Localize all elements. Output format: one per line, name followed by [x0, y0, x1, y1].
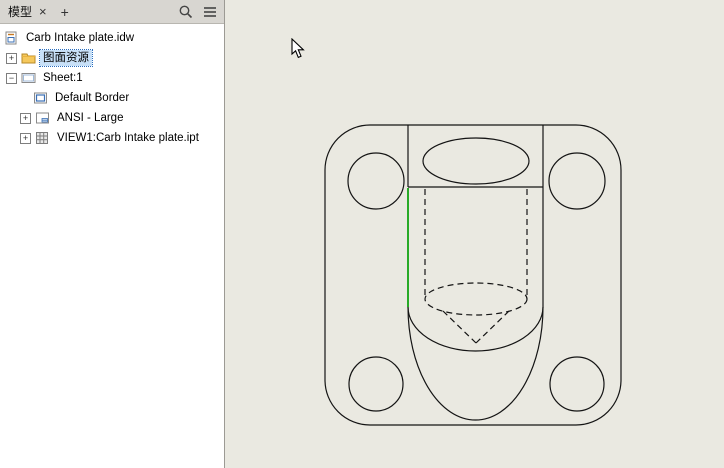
- tab-close-icon[interactable]: ×: [35, 5, 51, 18]
- mouse-cursor: [291, 38, 305, 59]
- tree-item-idw-root[interactable]: Carb Intake plate.idw: [0, 28, 224, 48]
- tree-item-view1[interactable]: + VIEW1:Carb Intake plate.ipt: [0, 128, 224, 148]
- hidden-lines[interactable]: [424, 189, 528, 344]
- tree-item-label[interactable]: 图面资源: [39, 49, 93, 67]
- browser-tree: Carb Intake plate.idw + 图面资源 − Sheet:1 D…: [0, 24, 224, 468]
- expander-plus-icon[interactable]: +: [20, 112, 31, 124]
- plate-outline[interactable]: [324, 124, 622, 426]
- menu-icon[interactable]: [202, 4, 218, 20]
- inventor-drawing-window: 模型 × + Carb Intake plate.idw + 图面资源 − Sh…: [0, 0, 724, 468]
- center-bore-edges[interactable]: [407, 125, 544, 421]
- sheet-icon: [21, 71, 36, 85]
- base-view-icon: [35, 131, 50, 145]
- idw-document-icon: [4, 31, 19, 45]
- drawing-canvas[interactable]: [225, 0, 724, 468]
- title-block-icon: [35, 111, 50, 125]
- model-browser-panel: 模型 × + Carb Intake plate.idw + 图面资源 − Sh…: [0, 0, 225, 468]
- tree-item-drawing-resources[interactable]: + 图面资源: [0, 48, 224, 68]
- folder-icon: [21, 51, 36, 65]
- tree-item-default-border[interactable]: Default Border: [0, 88, 224, 108]
- tree-item-ansi-large[interactable]: + ANSI - Large: [0, 108, 224, 128]
- tree-item-label[interactable]: ANSI - Large: [54, 110, 126, 126]
- expander-minus-icon[interactable]: −: [6, 72, 17, 84]
- drawing-view[interactable]: [225, 0, 724, 468]
- expander-plus-icon[interactable]: +: [6, 52, 17, 64]
- tree-item-label[interactable]: Sheet:1: [40, 70, 86, 86]
- search-icon[interactable]: [178, 4, 194, 20]
- border-icon: [33, 91, 48, 105]
- expander-plus-icon[interactable]: +: [20, 132, 31, 144]
- tree-item-label[interactable]: Default Border: [52, 90, 132, 106]
- tab-model[interactable]: 模型: [4, 1, 35, 22]
- tree-item-label[interactable]: VIEW1:Carb Intake plate.ipt: [54, 130, 202, 146]
- tree-item-label[interactable]: Carb Intake plate.idw: [23, 30, 137, 46]
- browser-tab-bar: 模型 × +: [0, 0, 224, 24]
- corner-holes[interactable]: [347, 152, 606, 412]
- add-tab-button[interactable]: +: [55, 5, 75, 19]
- tree-item-sheet1[interactable]: − Sheet:1: [0, 68, 224, 88]
